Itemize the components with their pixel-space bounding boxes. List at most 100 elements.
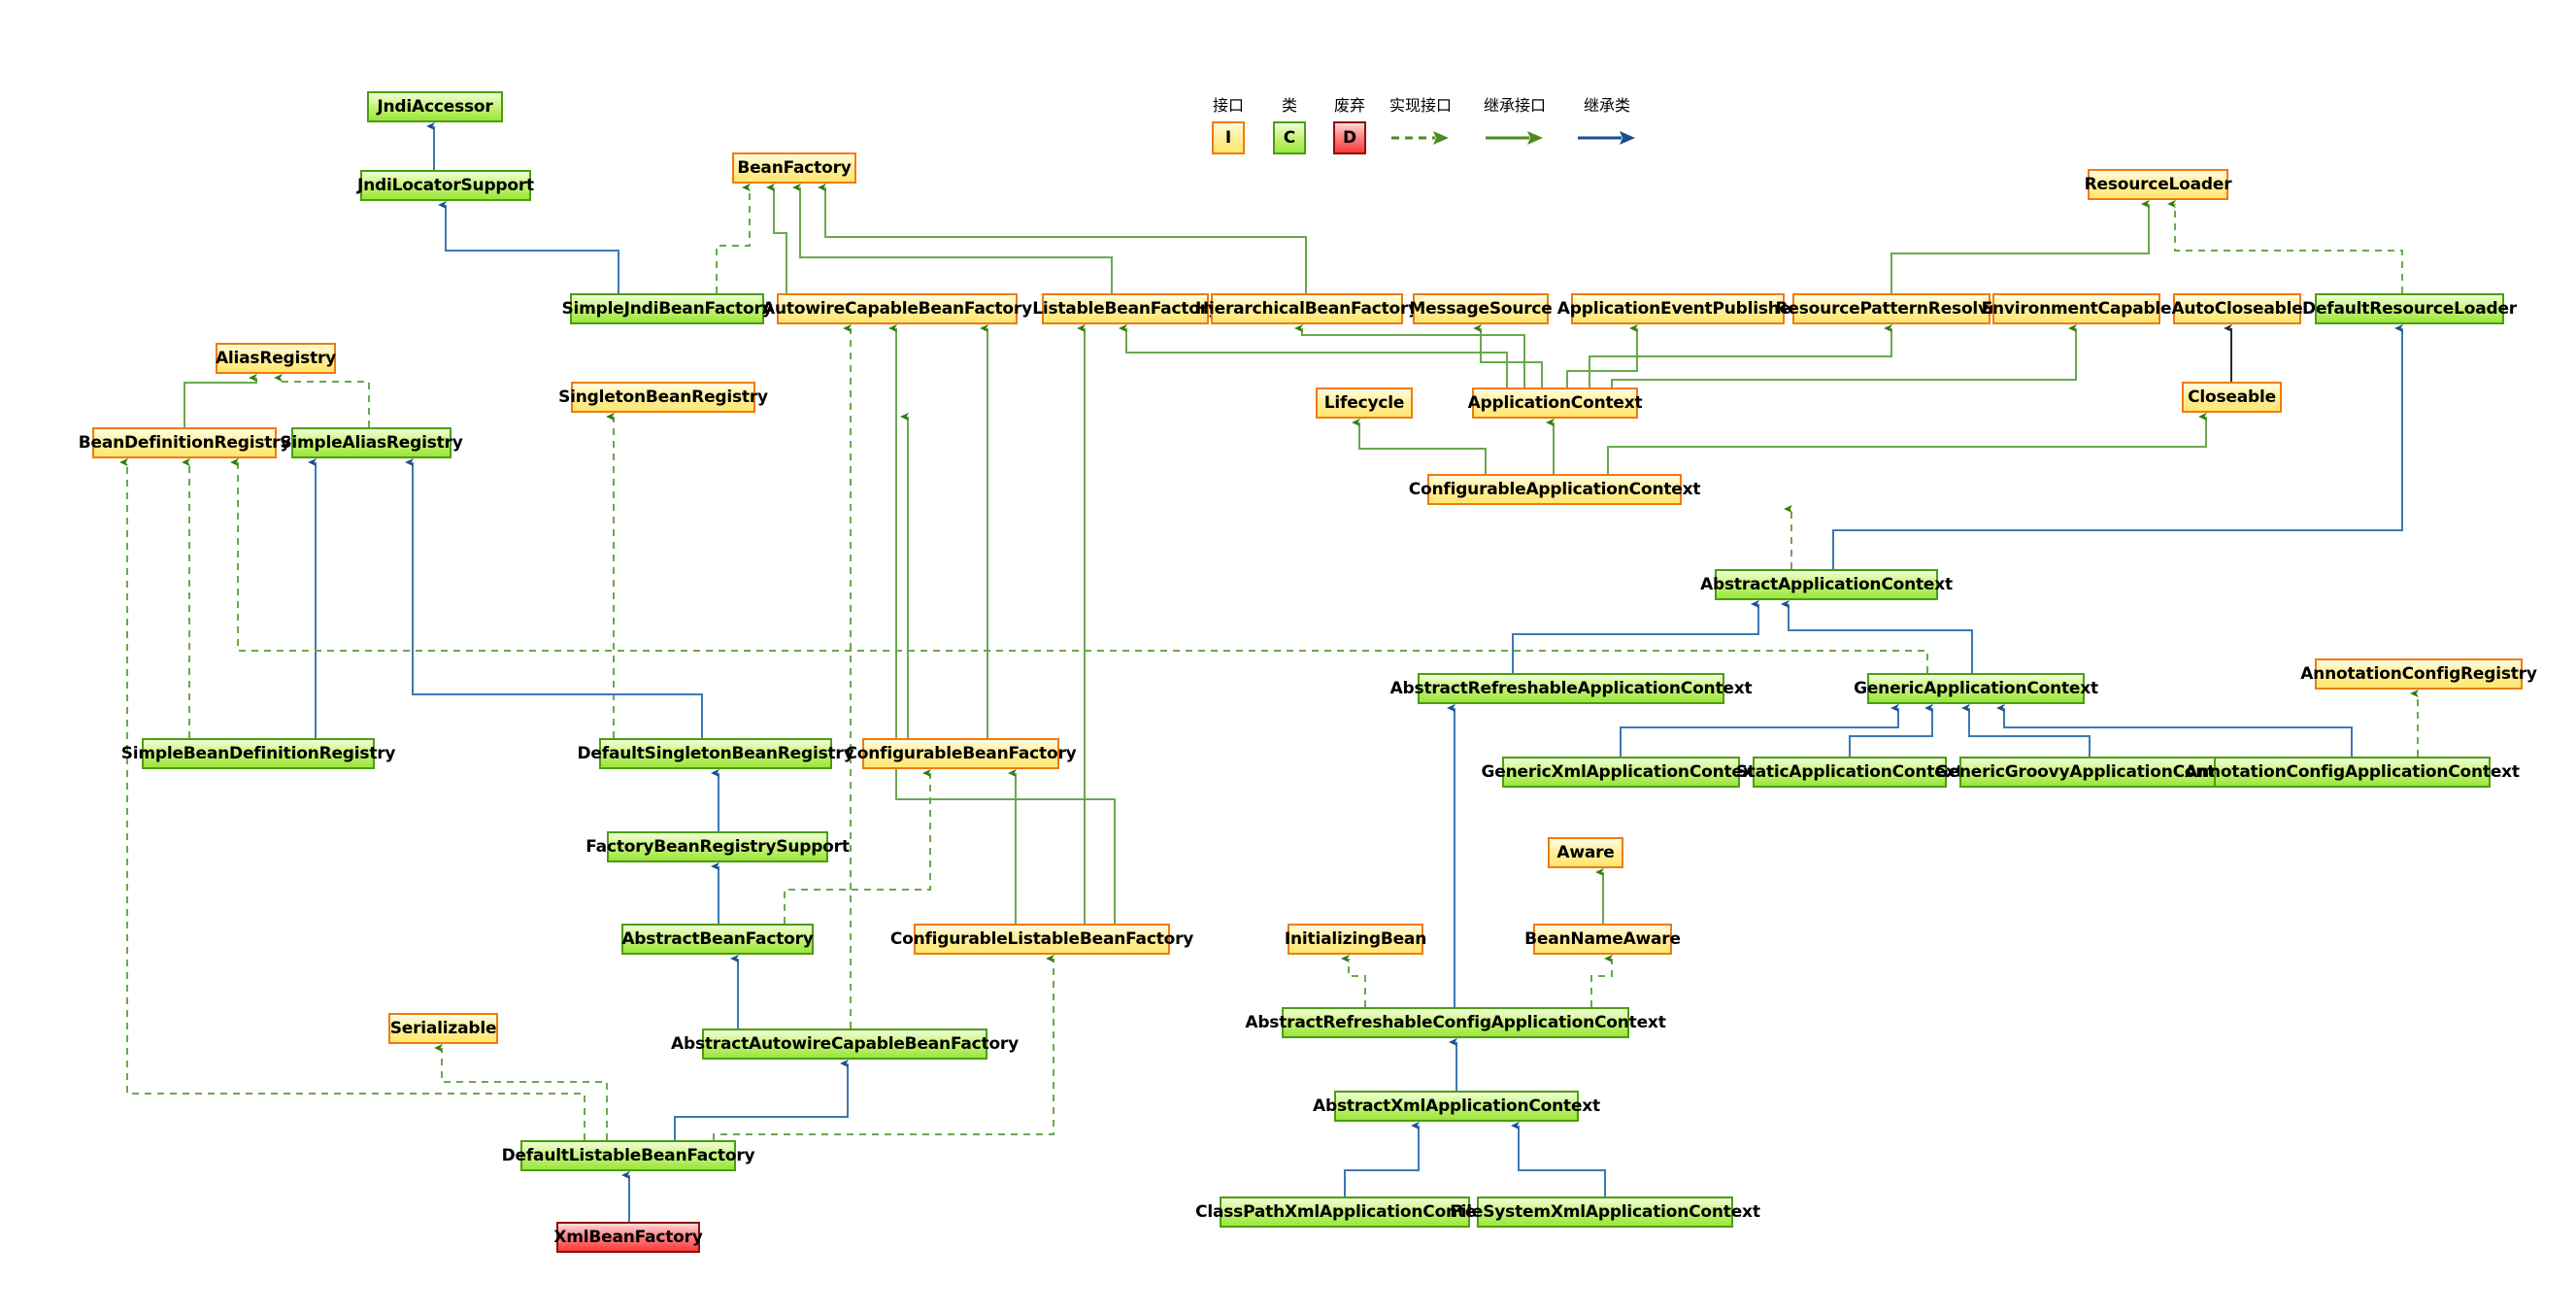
edge-ListableBeanFactory-to-BeanFactory [792,183,1113,293]
class-node-AnnotationConfigRegistry[interactable]: AnnotationConfigRegistry [2300,658,2537,690]
class-node-label: FileSystemXmlApplicationContext [1450,1202,1760,1222]
edge-DefaultResourceLoader-to-ResourceLoader [2167,199,2403,293]
class-node-label: AbstractAutowireCapableBeanFactory [671,1034,1019,1054]
class-node-ConfigurableApplicationContext[interactable]: ConfigurableApplicationContext [1409,474,1700,505]
edge-AbstractRefreshableConfigApplicationContext-to-InitializingBean [1341,954,1366,1007]
class-node-label: EnvironmentCapable [1981,299,2172,319]
edge-ApplicationContext-to-ListableBeanFactory [1119,323,1508,388]
class-node-ClassPathXmlApplicationContext[interactable]: ClassPathXmlApplicationContext [1195,1197,1494,1228]
edge-GenericApplicationContext-to-AbstractApplicationContext [1781,599,1973,673]
class-node-StaticApplicationContext[interactable]: StaticApplicationContext [1736,757,1963,788]
class-node-label: AbstractXmlApplicationContext [1313,1096,1600,1116]
class-node-MessageSource[interactable]: MessageSource [1409,293,1553,324]
class-node-label: SimpleJndiBeanFactory [561,299,773,319]
class-node-AbstractXmlApplicationContext[interactable]: AbstractXmlApplicationContext [1313,1091,1600,1122]
class-node-InitializingBean[interactable]: InitializingBean [1285,924,1426,955]
edge-HierarchicalBeanFactory-to-BeanFactory [818,183,1307,293]
class-node-label: AbstractRefreshableConfigApplicationCont… [1245,1013,1666,1032]
class-node-label: AbstractBeanFactory [621,929,814,949]
class-node-SingletonBeanRegistry[interactable]: SingletonBeanRegistry [558,382,768,413]
class-node-label: ResourceLoader [2084,175,2232,194]
class-node-BeanFactory[interactable]: BeanFactory [732,152,856,184]
class-node-AbstractAutowireCapableBeanFactory[interactable]: AbstractAutowireCapableBeanFactory [671,1028,1019,1060]
edge-ConfigurableApplicationContext-to-Closeable [1607,412,2207,474]
class-node-Serializable[interactable]: Serializable [388,1013,498,1044]
class-node-AbstractBeanFactory[interactable]: AbstractBeanFactory [621,924,814,955]
class-node-label: GenericXmlApplicationContext [1481,762,1761,782]
class-node-label: ConfigurableApplicationContext [1408,480,1701,499]
class-node-HierarchicalBeanFactory[interactable]: HierarchicalBeanFactory [1195,293,1419,324]
class-node-XmlBeanFactory[interactable]: XmlBeanFactory [553,1222,703,1253]
class-node-AutowireCapableBeanFactory[interactable]: AutowireCapableBeanFactory [762,293,1032,324]
class-node-label: AliasRegistry [215,349,337,368]
class-node-label: BeanFactory [737,158,852,178]
class-node-BeanDefinitionRegistry[interactable]: BeanDefinitionRegistry [79,427,290,458]
class-node-DefaultResourceLoader[interactable]: DefaultResourceLoader [2302,293,2517,324]
edge-ApplicationContext-to-HierarchicalBeanFactory [1294,323,1525,388]
class-node-label: ResourcePatternResolver [1775,299,2008,319]
class-node-ResourcePatternResolver[interactable]: ResourcePatternResolver [1776,293,2008,324]
class-node-label: AnnotationConfigApplicationContext [2185,762,2520,782]
class-node-FileSystemXmlApplicationContext[interactable]: FileSystemXmlApplicationContext [1450,1197,1760,1228]
class-diagram-canvas: JndiAccessor JndiLocatorSupport BeanFactor… [0,0,2576,1315]
class-node-FactoryBeanRegistrySupport[interactable]: FactoryBeanRegistrySupport [585,831,850,862]
class-node-label: Aware [1556,843,1615,862]
legend-label-2: 废弃 [1333,96,1366,115]
class-node-label: Serializable [389,1019,497,1038]
class-node-SimpleAliasRegistry[interactable]: SimpleAliasRegistry [280,427,463,458]
edge-DefaultSingletonBeanRegistry-to-SimpleAliasRegistry [405,457,703,738]
class-node-label: AutowireCapableBeanFactory [762,299,1032,319]
edge-DefaultListableBeanFactory-to-AbstractAutowireCapableBeanFactory [674,1059,849,1140]
class-node-DefaultListableBeanFactory[interactable]: DefaultListableBeanFactory [502,1140,755,1171]
class-node-label: Lifecycle [1323,393,1405,413]
legend-arrow-arrow-solid-blue [1577,129,1637,151]
class-node-label: BeanDefinitionRegistry [78,433,291,453]
legend-label-3: 实现接口 [1388,96,1453,115]
edge-SimpleAliasRegistry-to-AliasRegistry [274,373,370,427]
edge-SimpleJndiBeanFactory-to-BeanFactory [716,183,751,293]
class-node-BeanNameAware[interactable]: BeanNameAware [1524,924,1681,955]
class-node-AliasRegistry[interactable]: AliasRegistry [216,343,336,374]
class-node-AnnotationConfigApplicationContext[interactable]: AnnotationConfigApplicationContext [2185,757,2520,788]
legend-label-5: 继承类 [1583,96,1631,115]
class-node-Aware[interactable]: Aware [1548,837,1623,868]
class-node-AutoCloseable[interactable]: AutoCloseable [2171,293,2303,324]
class-node-Closeable[interactable]: Closeable [2182,382,2282,413]
class-node-label: JndiAccessor [377,97,493,117]
class-node-Lifecycle[interactable]: Lifecycle [1316,388,1413,419]
class-node-label: ListableBeanFactory [1032,299,1219,319]
class-node-ApplicationContext[interactable]: ApplicationContext [1468,388,1643,419]
edge-AutowireCapableBeanFactory-to-BeanFactory [766,183,787,293]
class-node-label: FactoryBeanRegistrySupport [585,837,850,857]
class-node-DefaultSingletonBeanRegistry[interactable]: DefaultSingletonBeanRegistry [578,738,854,769]
class-node-AbstractRefreshableApplicationContext[interactable]: AbstractRefreshableApplicationContext [1390,673,1753,704]
class-node-label: ApplicationContext [1467,393,1643,413]
edge-SimpleJndiBeanFactory-to-JndiLocatorSupport [438,200,619,293]
class-node-GenericGroovyApplicationContext[interactable]: GenericGroovyApplicationContext [1935,757,2244,788]
class-node-ConfigurableListableBeanFactory[interactable]: ConfigurableListableBeanFactory [890,924,1193,955]
class-node-GenericXmlApplicationContext[interactable]: GenericXmlApplicationContext [1482,757,1761,788]
edge-ResourcePatternResolver-to-ResourceLoader [1890,199,2150,293]
class-node-ApplicationEventPublisher[interactable]: ApplicationEventPublisher [1557,293,1798,324]
class-node-SimpleJndiBeanFactory[interactable]: SimpleJndiBeanFactory [561,293,773,324]
class-node-label: DefaultListableBeanFactory [501,1146,755,1165]
class-node-label: BeanNameAware [1524,929,1681,949]
class-node-JndiLocatorSupport[interactable]: JndiLocatorSupport [357,170,534,201]
legend-arrow-arrow-solid-green [1485,129,1545,151]
class-node-label: XmlBeanFactory [553,1228,703,1247]
edge-BeanDefinitionRegistry-to-AliasRegistry [184,373,257,427]
legend-swatch-deprecated: D [1333,121,1366,154]
class-node-ListableBeanFactory[interactable]: ListableBeanFactory [1032,293,1219,324]
edge-GenericGroovyApplicationContext-to-GenericApplicationContext [1961,703,2091,757]
class-node-EnvironmentCapable[interactable]: EnvironmentCapable [1982,293,2172,324]
class-node-AbstractApplicationContext[interactable]: AbstractApplicationContext [1700,569,1953,600]
class-node-ResourceLoader[interactable]: ResourceLoader [2085,169,2232,200]
edge-AbstractApplicationContext-to-DefaultResourceLoader [1832,323,2403,569]
class-node-ConfigurableBeanFactory[interactable]: ConfigurableBeanFactory [845,738,1077,769]
class-node-label: DefaultResourceLoader [2302,299,2517,319]
class-node-JndiAccessor[interactable]: JndiAccessor [367,91,503,122]
class-node-AbstractRefreshableConfigApplicationContext[interactable]: AbstractRefreshableConfigApplicationCont… [1245,1007,1666,1038]
class-node-SimpleBeanDefinitionRegistry[interactable]: SimpleBeanDefinitionRegistry [121,738,396,769]
class-node-label: JndiLocatorSupport [357,176,534,195]
class-node-GenericApplicationContext[interactable]: GenericApplicationContext [1854,673,2098,704]
